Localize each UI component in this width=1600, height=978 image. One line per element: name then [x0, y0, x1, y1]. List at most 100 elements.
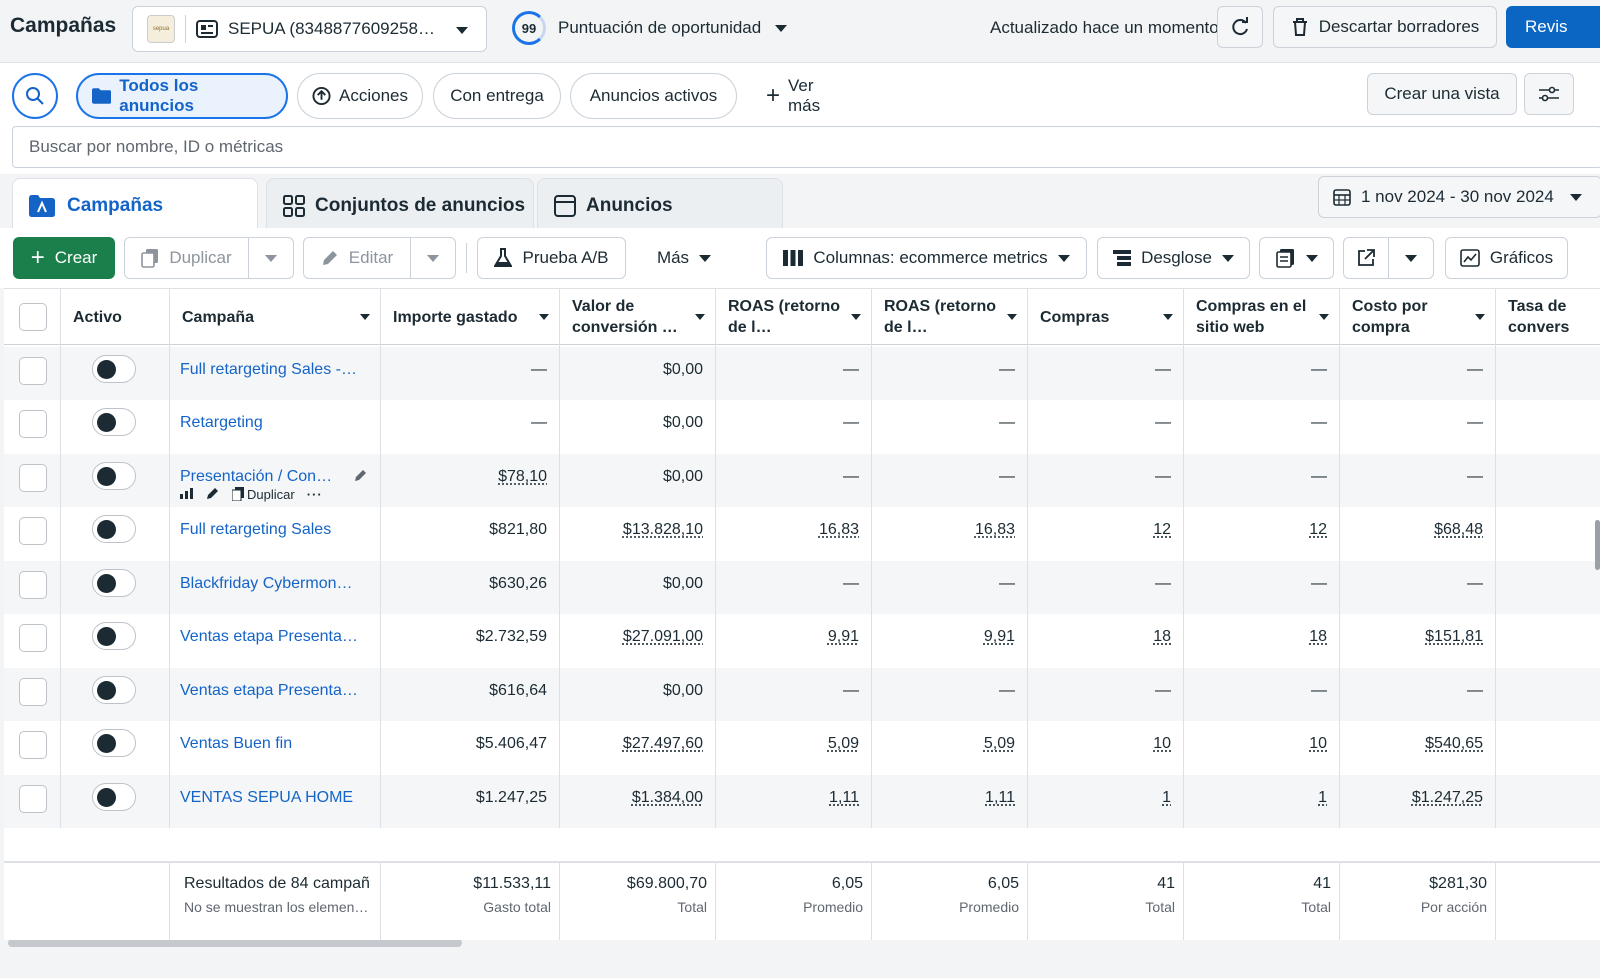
cell-value[interactable]: $151,81: [1425, 628, 1483, 645]
campaign-name-link[interactable]: Presentación / Conv…: [170, 468, 340, 486]
edit-button[interactable]: Editar: [303, 237, 411, 279]
cell-value[interactable]: $540,65: [1425, 735, 1483, 752]
discard-drafts-button[interactable]: Descartar borradores: [1273, 6, 1497, 48]
cell-value[interactable]: 12: [1309, 521, 1327, 538]
horizontal-scrollbar[interactable]: [8, 939, 462, 947]
edit-dropdown[interactable]: [410, 237, 456, 279]
cell-value[interactable]: 10: [1309, 735, 1327, 752]
date-range-picker[interactable]: 1 nov 2024 - 30 nov 2024: [1318, 176, 1600, 218]
create-view-button[interactable]: Crear una vista: [1367, 73, 1517, 115]
campaign-name-link[interactable]: Blackfriday Cybermon…: [170, 575, 360, 593]
filter-with-delivery[interactable]: Con entrega: [433, 73, 561, 119]
header-conversion-rate[interactable]: Tasa de convers: [1496, 289, 1600, 345]
tab-adsets[interactable]: Conjuntos de anuncios: [266, 178, 534, 232]
campaign-toggle[interactable]: [92, 569, 136, 597]
table-row[interactable]: Ventas Buen fin $5.406,47 $27.497,60 5,09 5,…: [4, 721, 1600, 775]
cell-value[interactable]: $630,26: [489, 575, 547, 592]
columns-button[interactable]: Columnas: ecommerce metrics: [766, 237, 1087, 279]
campaign-name-link[interactable]: Full retargeting Sales - …: [170, 361, 360, 379]
export-button[interactable]: [1343, 237, 1389, 279]
export-dropdown[interactable]: [1388, 237, 1434, 279]
table-row[interactable]: Full retargeting Sales $821,80 $13.828,10 1…: [4, 507, 1600, 561]
rename-pencil-icon[interactable]: [354, 468, 368, 487]
table-row[interactable]: Full retargeting Sales - … — $0,00 — — — — —: [4, 347, 1600, 401]
cell-value[interactable]: 18: [1153, 628, 1171, 645]
header-roas-1[interactable]: ROAS (retorno de l…: [716, 289, 872, 345]
table-row[interactable]: Blackfriday Cybermon… $630,26 $0,00— — — — —: [4, 561, 1600, 615]
row-checkbox[interactable]: [19, 410, 47, 438]
cell-value[interactable]: $1.247,25: [1412, 789, 1483, 806]
row-duplicate-button[interactable]: Duplicar: [232, 487, 295, 502]
table-row[interactable]: Retargeting — $0,00 — — — — —: [4, 400, 1600, 454]
campaign-toggle[interactable]: [92, 729, 136, 757]
filter-all-ads[interactable]: Todos los anuncios: [76, 73, 288, 119]
tab-ads[interactable]: Anuncios: [537, 178, 783, 232]
row-checkbox[interactable]: [19, 517, 47, 545]
reports-button[interactable]: [1259, 237, 1334, 279]
table-row[interactable]: Ventas etapa Presenta… $616,64 $0,00 — — — — —: [4, 668, 1600, 722]
duplicate-dropdown[interactable]: [248, 237, 294, 279]
row-checkbox[interactable]: [19, 678, 47, 706]
campaign-toggle[interactable]: [92, 783, 136, 811]
header-roas-2[interactable]: ROAS (retorno de l…: [872, 289, 1028, 345]
campaign-name-link[interactable]: Ventas Buen fin: [170, 735, 360, 753]
view-charts-icon[interactable]: [180, 487, 194, 502]
cell-value[interactable]: 9,91: [984, 628, 1015, 645]
cell-value[interactable]: 1,11: [985, 789, 1015, 806]
cell-value[interactable]: 1: [1162, 789, 1171, 806]
header-purchases[interactable]: Compras: [1028, 289, 1184, 345]
cell-value[interactable]: $78,10: [498, 468, 547, 485]
create-button[interactable]: + Crear: [13, 237, 115, 279]
cell-value[interactable]: $2.732,59: [476, 628, 547, 645]
cell-value[interactable]: 18: [1309, 628, 1327, 645]
cell-value[interactable]: $5.406,47: [476, 735, 547, 752]
header-web-purchases[interactable]: Compras en el sitio web: [1184, 289, 1340, 345]
table-row[interactable]: Ventas etapa Presenta… $2.732,59 $27.091,0…: [4, 614, 1600, 668]
account-selector[interactable]: sepua SEPUA (8348877609258…: [132, 6, 487, 52]
cell-value[interactable]: $68,48: [1434, 521, 1483, 538]
campaign-toggle[interactable]: [92, 515, 136, 543]
table-row[interactable]: VENTAS SEPUA HOME $1.247,25 $1.384,00 1,11 1…: [4, 775, 1600, 829]
cell-value[interactable]: 16,83: [975, 521, 1015, 538]
cell-value[interactable]: $1.247,25: [476, 789, 547, 806]
review-publish-button[interactable]: Revis: [1506, 6, 1600, 48]
cell-value[interactable]: 12: [1153, 521, 1171, 538]
row-checkbox[interactable]: [19, 624, 47, 652]
cell-value[interactable]: 5,09: [984, 735, 1015, 752]
tab-campaigns[interactable]: Campañas: [12, 178, 258, 232]
opportunity-score[interactable]: 99 Puntuación de oportunidad: [512, 10, 787, 46]
cell-value[interactable]: $27.091,00: [623, 628, 703, 645]
cell-value[interactable]: $13.828,10: [623, 521, 703, 538]
cell-value[interactable]: 16,83: [819, 521, 859, 538]
see-more-button[interactable]: + Ver más: [752, 73, 862, 119]
cell-value[interactable]: $821,80: [489, 521, 547, 538]
header-campaign[interactable]: Campaña: [170, 289, 381, 345]
edit-pencil-icon[interactable]: [206, 486, 220, 503]
cell-value[interactable]: $27.497,60: [623, 735, 703, 752]
campaign-toggle[interactable]: [92, 622, 136, 650]
row-checkbox[interactable]: [19, 785, 47, 813]
duplicate-button[interactable]: Duplicar: [124, 237, 249, 279]
row-checkbox[interactable]: [19, 731, 47, 759]
cell-value[interactable]: 10: [1153, 735, 1171, 752]
refresh-button[interactable]: [1217, 6, 1263, 48]
cell-value[interactable]: $616,64: [489, 682, 547, 699]
header-cost-per-purchase[interactable]: Costo por compra: [1340, 289, 1496, 345]
header-conversion-value[interactable]: Valor de conversión …: [560, 289, 716, 345]
campaign-toggle[interactable]: [92, 355, 136, 383]
campaign-toggle[interactable]: [92, 676, 136, 704]
vertical-scrollbar[interactable]: [1595, 520, 1600, 570]
header-spent[interactable]: Importe gastado: [381, 289, 560, 345]
filter-settings-button[interactable]: [1524, 73, 1574, 115]
more-button[interactable]: Más: [638, 237, 730, 279]
cell-value[interactable]: 1,11: [829, 789, 859, 806]
row-checkbox[interactable]: [19, 571, 47, 599]
campaign-name-link[interactable]: Retargeting: [170, 414, 360, 432]
row-checkbox[interactable]: [19, 464, 47, 492]
campaign-toggle[interactable]: [92, 408, 136, 436]
row-checkbox[interactable]: [19, 357, 47, 385]
select-all-checkbox[interactable]: [19, 303, 47, 331]
breakdown-button[interactable]: Desglose: [1097, 237, 1250, 279]
table-row[interactable]: Presentación / Conv… Duplicar ··· $78,10 $0,…: [4, 454, 1600, 508]
cell-value[interactable]: 5,09: [828, 735, 859, 752]
